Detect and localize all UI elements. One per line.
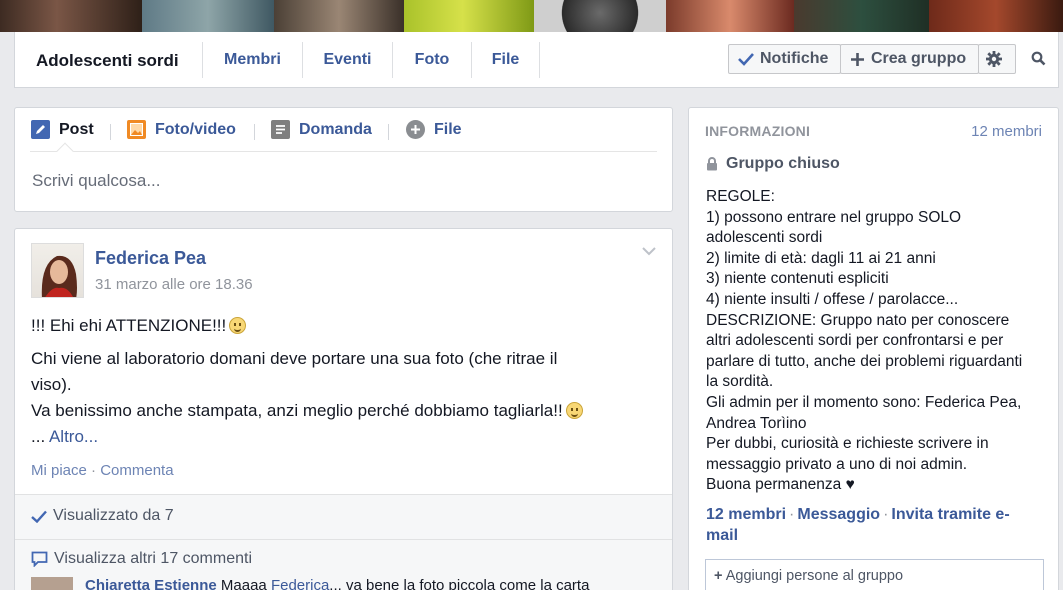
message-link[interactable]: Messaggio — [797, 506, 880, 523]
comment-author[interactable]: Chiaretta Estienne — [85, 577, 217, 590]
comment-mention[interactable]: Federica — [271, 577, 329, 590]
post-text: Va benissimo anche stampata, anzi meglio… — [31, 401, 563, 420]
members-link[interactable]: 12 membri — [706, 506, 786, 523]
chevron-down-icon[interactable] — [642, 247, 656, 256]
photo-icon — [127, 120, 146, 139]
privacy-label: Gruppo chiuso — [726, 155, 840, 172]
composer-tab-label: Post — [59, 120, 94, 138]
group-name[interactable]: Adolescenti sordi — [36, 51, 179, 71]
tab-separator — [388, 124, 389, 140]
tab-membri[interactable]: Membri — [202, 42, 302, 78]
description-line: Per dubbi, curiosità e richieste scriver… — [706, 435, 989, 453]
plus-icon — [851, 52, 864, 66]
seen-by-label: Visualizzato da 7 — [53, 507, 174, 524]
feedback-divider — [15, 539, 672, 540]
post-text: !!! Ehi ehi ATTENZIONE!!! — [31, 316, 227, 335]
post-text-line: !!! Ehi ehi ATTENZIONE!!! — [31, 314, 247, 337]
settings-button[interactable] — [978, 44, 1016, 74]
description-line: Andrea Torìino — [706, 414, 807, 432]
composer-divider — [30, 151, 657, 152]
cover-photo-collage — [0, 0, 1063, 32]
see-more-link[interactable]: Altro... — [49, 427, 98, 446]
active-tab-caret — [56, 142, 74, 160]
post-text-line: viso). — [31, 375, 72, 394]
create-group-label: Crea gruppo — [871, 50, 967, 67]
info-title: INFORMAZIONI — [705, 123, 811, 139]
composer-tab-label: File — [434, 120, 462, 138]
post-author[interactable]: Federica Pea — [95, 248, 206, 269]
checkmark-icon — [738, 53, 754, 66]
author-avatar[interactable] — [31, 243, 84, 298]
description-line: adolescenti sordi — [706, 229, 823, 247]
question-list-icon — [271, 120, 290, 139]
post-text-line: Chi viene al laboratorio domani deve por… — [31, 349, 558, 368]
add-people-placeholder: Aggiungi persone al gruppo — [725, 568, 904, 584]
smiley-icon — [229, 317, 247, 334]
gear-icon — [986, 51, 1002, 67]
description-line: 3) niente contenuti espliciti — [706, 270, 889, 288]
link-separator: · — [789, 506, 795, 523]
composer-tab-photo[interactable]: Foto/video — [127, 120, 236, 139]
seen-by[interactable]: Visualizzato da 7 — [31, 507, 174, 525]
description-line: 2) limite di età: dagli 11 ai 21 anni — [706, 249, 936, 267]
notifications-button[interactable]: Notifiche — [728, 44, 841, 74]
post-actions: Mi piace · Commenta — [31, 462, 174, 479]
description-line: la sordità. — [706, 373, 774, 391]
composer-tab-question[interactable]: Domanda — [271, 120, 372, 139]
checkmark-icon — [31, 510, 47, 523]
file-plus-icon — [406, 120, 425, 139]
post-text-line: Va benissimo anche stampata, anzi meglio… — [31, 399, 583, 422]
plus-icon: + — [714, 568, 723, 584]
add-people-input[interactable]: + Aggiungi persone al gruppo — [705, 559, 1044, 590]
composer-tab-label: Domanda — [299, 120, 372, 138]
smiley-icon — [565, 402, 583, 419]
description-line: DESCRIZIONE: Gruppo nato per conoscere — [706, 311, 1010, 329]
comment-text: Maaaa — [220, 577, 267, 590]
description-line: parlare di tutto, anche dei problemi rig… — [706, 352, 1023, 370]
group-info-panel: INFORMAZIONI 12 membri Gruppo chiuso REG… — [688, 107, 1059, 590]
tab-foto[interactable]: Foto — [392, 42, 471, 78]
description-line: altri adolescenti sordi per confrontarsi… — [706, 332, 1004, 350]
description-line: REGOLE: — [706, 188, 775, 205]
tab-file[interactable]: File — [471, 42, 540, 78]
view-more-comments[interactable]: Visualizza altri 17 commenti — [31, 550, 252, 568]
speech-bubble-icon — [31, 551, 48, 567]
info-links: 12 membri · Messaggio · Invita tramite e-mai… — [706, 504, 1026, 546]
member-count-link[interactable]: 12 membri — [971, 123, 1042, 140]
view-more-comments-label: Visualizza altri 17 commenti — [54, 550, 253, 567]
like-link[interactable]: Mi piace — [31, 462, 87, 479]
privacy-status: Gruppo chiuso — [706, 155, 840, 173]
group-description: REGOLE: 1) possono entrare nel gruppo SO… — [706, 187, 1051, 496]
tab-eventi[interactable]: Eventi — [302, 42, 392, 78]
description-line: 1) possono entrare nel gruppo SOLO — [706, 208, 962, 226]
post-feedback: Visualizzato da 7 Visualizza altri 17 co… — [15, 494, 672, 590]
comment-link[interactable]: Commenta — [100, 462, 173, 479]
action-separator: · — [86, 462, 101, 479]
composer-input[interactable]: Scrivi qualcosa... — [32, 171, 161, 191]
composer-tab-post[interactable]: Post — [31, 120, 94, 139]
comment-text-rest: ... va bene la foto piccola come la cart… — [329, 577, 590, 590]
post-timestamp[interactable]: 31 marzo alle ore 18.36 — [95, 276, 253, 293]
description-line: Buona permanenza ♥ — [706, 476, 855, 494]
group-header-bar: Adolescenti sordi Membri Eventi Foto Fil… — [14, 32, 1059, 88]
commenter-avatar[interactable] — [31, 577, 73, 590]
see-more: ... Altro... — [31, 425, 98, 448]
description-line: 4) niente insulti / offese / parolacce..… — [706, 290, 959, 308]
tab-separator — [110, 124, 111, 140]
comment-item: Chiaretta Estienne Maaaa Federica... va … — [31, 577, 589, 590]
lock-icon — [707, 157, 717, 171]
link-separator: · — [883, 506, 889, 523]
description-line: messaggio privato a uno di noi admin. — [706, 455, 968, 473]
tab-separator — [254, 124, 255, 140]
ellipsis-text: ... — [31, 427, 46, 446]
composer-tab-label: Foto/video — [155, 120, 236, 138]
description-line: Gli admin per il momento sono: Federica … — [706, 393, 1022, 411]
search-icon[interactable] — [1031, 51, 1046, 66]
notifications-label: Notifiche — [760, 50, 829, 67]
pencil-icon — [31, 120, 50, 139]
feed-post: Federica Pea 31 marzo alle ore 18.36 !!!… — [14, 228, 673, 590]
create-group-button[interactable]: Crea gruppo — [840, 44, 979, 74]
post-composer: Post Foto/video Domanda File Scrivi qual… — [14, 107, 673, 212]
composer-tab-file[interactable]: File — [406, 120, 462, 139]
